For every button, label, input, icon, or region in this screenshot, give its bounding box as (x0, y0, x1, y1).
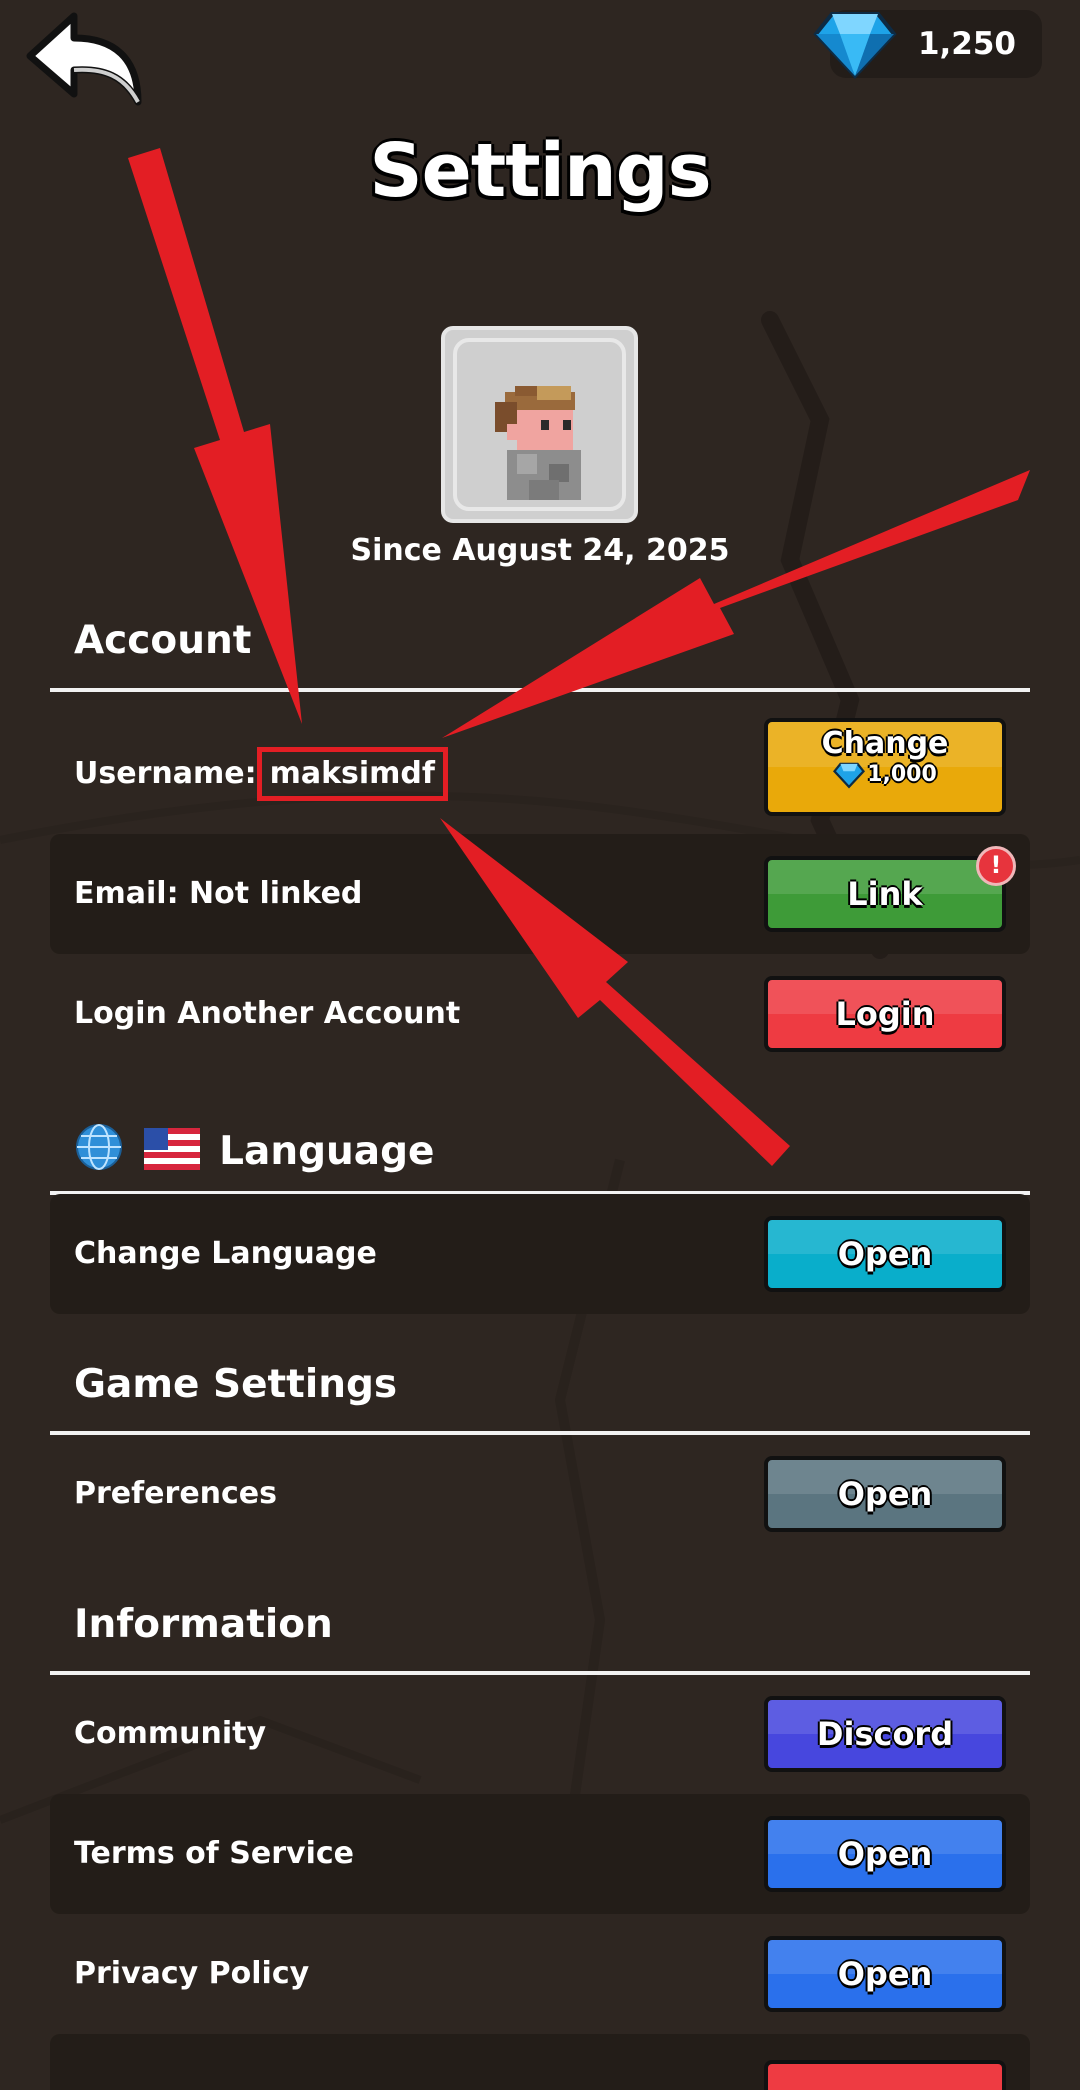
annotation-arrows (128, 148, 1030, 1166)
annotation-arrow-down (128, 148, 302, 724)
annotation-arrow-up (440, 818, 790, 1166)
annotation-arrow-left (442, 470, 1030, 738)
